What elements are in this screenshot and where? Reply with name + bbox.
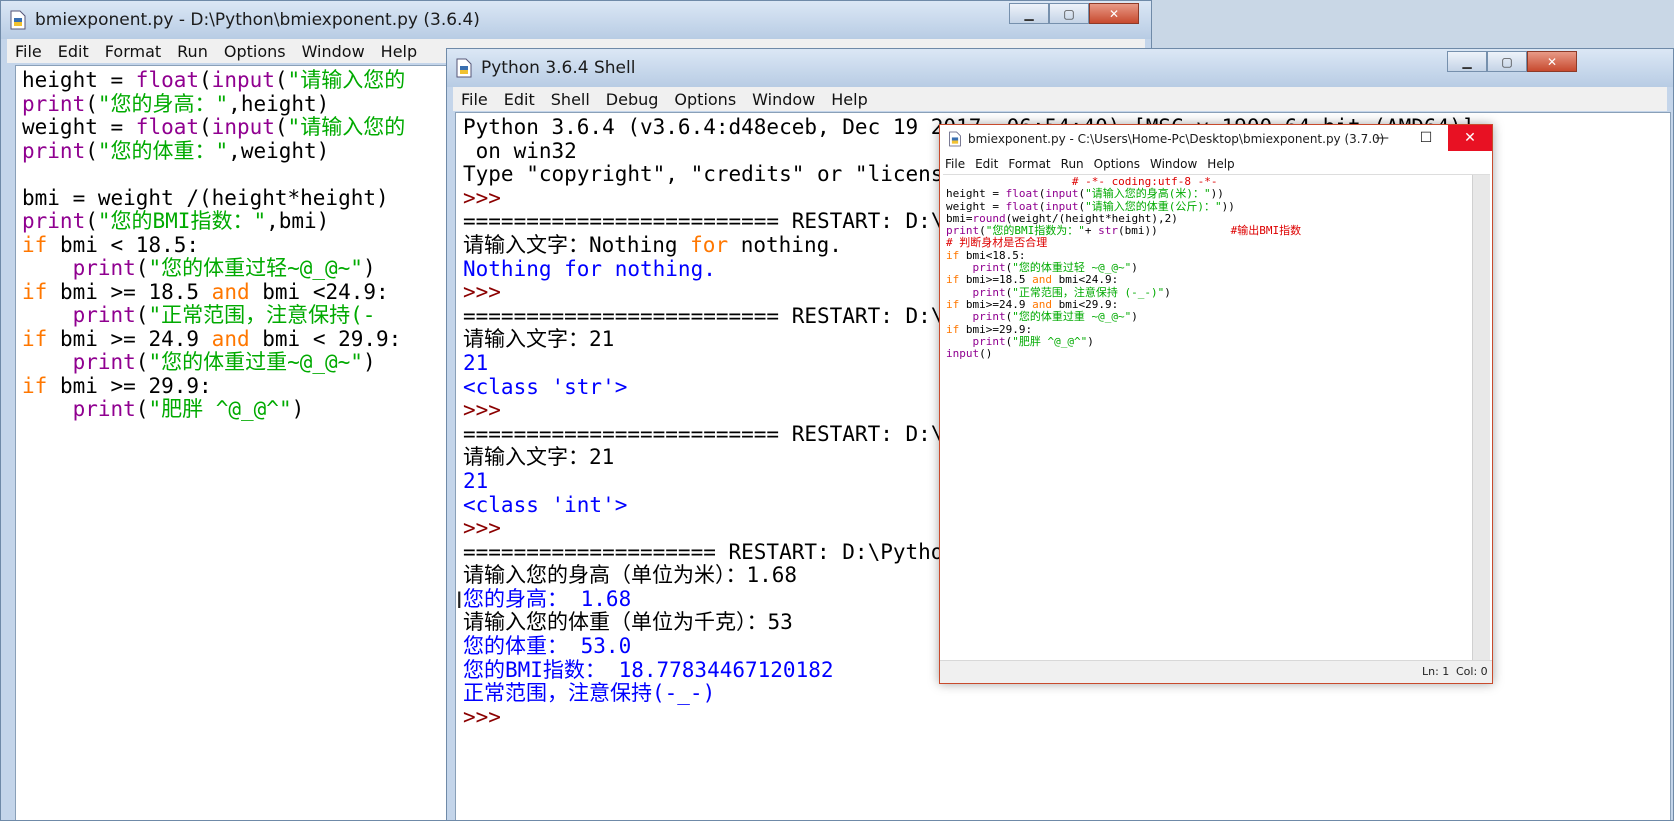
- menu-debug[interactable]: Debug: [598, 90, 667, 109]
- maximize-icon: ☐: [1419, 130, 1433, 146]
- menu-run[interactable]: Run: [1056, 157, 1089, 171]
- code-line: >>>: [463, 704, 514, 729]
- editor-titlebar[interactable]: bmiexponent.py - D:\Python\bmiexponent.p…: [1, 1, 1151, 39]
- menu-help[interactable]: Help: [1202, 157, 1239, 171]
- code-line: 正常范围，注意保持(-_-): [463, 681, 716, 706]
- editor-title: bmiexponent.py - D:\Python\bmiexponent.p…: [35, 10, 480, 30]
- editor2-close-button[interactable]: ✕: [1448, 125, 1492, 151]
- menu-format[interactable]: Format: [1003, 157, 1055, 171]
- menu-edit[interactable]: Edit: [970, 157, 1003, 171]
- menu-help[interactable]: Help: [823, 90, 875, 109]
- editor2-titlebar[interactable]: bmiexponent.py - C:\Users\Home-Pc\Deskto…: [940, 125, 1492, 154]
- maximize-button[interactable]: ▢: [1049, 3, 1089, 24]
- menu-file[interactable]: File: [7, 42, 50, 61]
- menu-window[interactable]: Window: [1145, 157, 1202, 171]
- menu-shell[interactable]: Shell: [543, 90, 598, 109]
- menu-edit[interactable]: Edit: [496, 90, 543, 109]
- menu-file[interactable]: File: [453, 90, 496, 109]
- menu-window[interactable]: Window: [744, 90, 823, 109]
- menu-options[interactable]: Options: [666, 90, 744, 109]
- code-line: print("肥胖 ^@_@^"): [972, 334, 1094, 348]
- shell-titlebar[interactable]: Python 3.6.4 Shell ▁ ▢ ✕: [447, 49, 1673, 87]
- close-icon: ✕: [1108, 6, 1120, 21]
- shell-title: Python 3.6.4 Shell: [481, 58, 636, 78]
- editor2-window: bmiexponent.py - C:\Users\Home-Pc\Deskto…: [939, 124, 1493, 684]
- maximize-icon: ▢: [1063, 6, 1075, 21]
- shell-close-button[interactable]: ✕: [1527, 51, 1577, 72]
- python-shell-icon: [456, 58, 472, 78]
- editor2-scrollbar[interactable]: [1472, 175, 1490, 661]
- shell-minimize-button[interactable]: ▁: [1447, 51, 1487, 72]
- menu-help[interactable]: Help: [373, 42, 425, 61]
- menu-file[interactable]: File: [940, 157, 970, 171]
- minimize-icon: —: [1375, 130, 1389, 146]
- editor2-code-area[interactable]: # -*- coding:utf-8 -*- height = float(inp…: [943, 174, 1490, 661]
- shell-maximize-button[interactable]: ▢: [1487, 51, 1527, 72]
- editor2-title: bmiexponent.py - C:\Users\Home-Pc\Deskto…: [968, 132, 1385, 146]
- menu-options[interactable]: Options: [1089, 157, 1145, 171]
- minimize-icon: ▁: [1462, 54, 1472, 69]
- menu-edit[interactable]: Edit: [50, 42, 97, 61]
- editor2-maximize-button[interactable]: ☐: [1404, 125, 1448, 151]
- python-file-icon: [10, 10, 26, 30]
- editor2-minimize-button[interactable]: —: [1360, 125, 1404, 151]
- python-file-icon: [949, 131, 961, 147]
- close-button[interactable]: ✕: [1089, 3, 1139, 24]
- menu-window[interactable]: Window: [294, 42, 373, 61]
- status-column: Col: 0: [1456, 665, 1488, 678]
- code-line: input(): [946, 347, 993, 361]
- minimize-button[interactable]: ▁: [1009, 3, 1049, 24]
- minimize-icon: ▁: [1024, 6, 1034, 21]
- text-cursor-icon: I: [456, 589, 463, 614]
- shell-menubar: File Edit Shell Debug Options Window Help: [453, 87, 1667, 111]
- close-icon: ✕: [1464, 130, 1476, 146]
- editor2-code[interactable]: # -*- coding:utf-8 -*- height = float(inp…: [943, 175, 1490, 361]
- status-line: Ln: 1: [1422, 665, 1450, 678]
- code-line: # 判断身材是否合理: [946, 236, 1048, 250]
- menu-options[interactable]: Options: [216, 42, 294, 61]
- close-icon: ✕: [1546, 54, 1558, 69]
- menu-format[interactable]: Format: [97, 42, 169, 61]
- maximize-icon: ▢: [1501, 54, 1513, 69]
- menu-run[interactable]: Run: [169, 42, 216, 61]
- editor2-statusbar: Ln: 1 Col: 0: [940, 660, 1492, 683]
- editor2-menubar: File Edit Format Run Options Window Help: [940, 154, 1492, 174]
